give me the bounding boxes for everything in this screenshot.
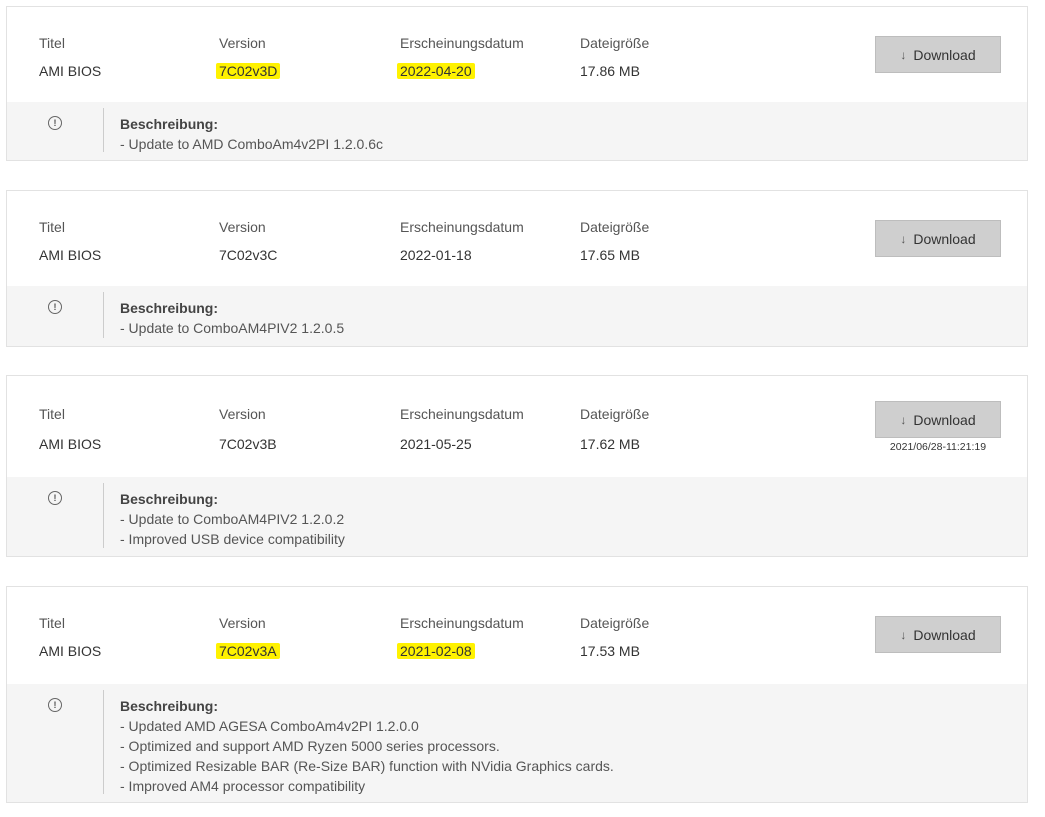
description-line: - Update to ComboAM4PIV2 1.2.0.5 bbox=[120, 320, 345, 336]
date-label: Erscheinungsdatum bbox=[400, 615, 524, 631]
bios-card-header: Titel Version Erscheinungsdatum Dateigrö… bbox=[7, 376, 1027, 477]
title-value: AMI BIOS bbox=[39, 63, 102, 79]
title-label: Titel bbox=[39, 35, 65, 51]
title-label: Titel bbox=[39, 219, 65, 235]
download-timestamp: 2021/06/28-11:21:19 bbox=[889, 441, 987, 453]
description: Beschreibung: - Update to ComboAM4PIV2 1… bbox=[120, 298, 344, 338]
info-icon: ! bbox=[48, 698, 62, 712]
size-value: 17.53 MB bbox=[580, 643, 640, 659]
bios-card-header: Titel Version Erscheinungsdatum Dateigrö… bbox=[7, 191, 1027, 286]
size-label: Dateigröße bbox=[580, 219, 650, 235]
info-icon: ! bbox=[48, 300, 62, 314]
description: Beschreibung: - Updated AMD AGESA ComboA… bbox=[120, 696, 614, 796]
description: Beschreibung: - Update to ComboAM4PIV2 1… bbox=[120, 489, 345, 549]
description-line: - Optimized and support AMD Ryzen 5000 s… bbox=[120, 738, 500, 754]
download-label: Download bbox=[913, 46, 976, 63]
info-icon: ! bbox=[48, 116, 62, 130]
date-value: 2022-04-20 bbox=[397, 63, 475, 79]
divider bbox=[103, 690, 104, 794]
divider bbox=[103, 483, 104, 548]
size-label: Dateigröße bbox=[580, 35, 650, 51]
download-button[interactable]: ↓ Download bbox=[875, 36, 1001, 73]
title-label: Titel bbox=[39, 615, 65, 631]
date-label: Erscheinungsdatum bbox=[400, 219, 524, 235]
date-label: Erscheinungsdatum bbox=[400, 406, 524, 422]
version-label: Version bbox=[219, 219, 266, 235]
description-line: - Improved USB device compatibility bbox=[120, 531, 345, 547]
version-label: Version bbox=[219, 406, 266, 422]
description-panel: ! Beschreibung: - Update to AMD ComboAm4… bbox=[7, 102, 1027, 160]
version-label: Version bbox=[219, 35, 266, 51]
version-value: 7C02v3B bbox=[219, 436, 277, 452]
date-value: 2022-01-18 bbox=[400, 247, 472, 263]
description: Beschreibung: - Update to AMD ComboAm4v2… bbox=[120, 114, 383, 154]
description-title: Beschreibung: bbox=[120, 698, 219, 714]
description-title: Beschreibung: bbox=[120, 116, 219, 132]
description-line: - Updated AMD AGESA ComboAm4v2PI 1.2.0.0 bbox=[120, 718, 419, 734]
download-icon: ↓ bbox=[900, 231, 907, 246]
title-value: AMI BIOS bbox=[39, 643, 102, 659]
download-button[interactable]: ↓ Download bbox=[875, 401, 1001, 438]
download-label: Download bbox=[913, 230, 976, 247]
download-button[interactable]: ↓ Download bbox=[875, 616, 1001, 653]
description-title: Beschreibung: bbox=[120, 300, 219, 316]
bios-card: Titel Version Erscheinungsdatum Dateigrö… bbox=[6, 375, 1028, 557]
description-line: - Update to ComboAM4PIV2 1.2.0.2 bbox=[120, 511, 345, 527]
description-panel: ! Beschreibung: - Updated AMD AGESA Comb… bbox=[7, 684, 1027, 802]
download-button[interactable]: ↓ Download bbox=[875, 220, 1001, 257]
version-value: 7C02v3A bbox=[216, 643, 280, 659]
bios-card-header: Titel Version Erscheinungsdatum Dateigrö… bbox=[7, 7, 1027, 102]
bios-card: Titel Version Erscheinungsdatum Dateigrö… bbox=[6, 586, 1028, 803]
size-value: 17.65 MB bbox=[580, 247, 640, 263]
divider bbox=[103, 108, 104, 152]
date-value: 2021-02-08 bbox=[397, 643, 475, 659]
title-label: Titel bbox=[39, 406, 65, 422]
date-value: 2021-05-25 bbox=[400, 436, 472, 452]
title-value: AMI BIOS bbox=[39, 436, 102, 452]
description-line: - Update to AMD ComboAm4v2PI 1.2.0.6c bbox=[120, 136, 384, 152]
size-value: 17.86 MB bbox=[580, 63, 640, 79]
title-value: AMI BIOS bbox=[39, 247, 102, 263]
description-line: - Optimized Resizable BAR (Re-Size BAR) … bbox=[120, 758, 614, 774]
description-panel: ! Beschreibung: - Update to ComboAM4PIV2… bbox=[7, 477, 1027, 556]
bios-card: Titel Version Erscheinungsdatum Dateigrö… bbox=[6, 190, 1028, 347]
download-icon: ↓ bbox=[900, 412, 907, 427]
bios-card-header: Titel Version Erscheinungsdatum Dateigrö… bbox=[7, 587, 1027, 684]
date-label: Erscheinungsdatum bbox=[400, 35, 524, 51]
download-icon: ↓ bbox=[900, 47, 907, 62]
description-title: Beschreibung: bbox=[120, 491, 219, 507]
description-panel: ! Beschreibung: - Update to ComboAM4PIV2… bbox=[7, 286, 1027, 346]
info-icon: ! bbox=[48, 491, 62, 505]
version-value: 7C02v3D bbox=[216, 63, 281, 79]
version-label: Version bbox=[219, 615, 266, 631]
version-value: 7C02v3C bbox=[219, 247, 278, 263]
bios-card: Titel Version Erscheinungsdatum Dateigrö… bbox=[6, 6, 1028, 161]
description-line: - Improved AM4 processor compatibility bbox=[120, 778, 366, 794]
download-label: Download bbox=[913, 626, 976, 643]
download-icon: ↓ bbox=[900, 627, 907, 642]
size-label: Dateigröße bbox=[580, 615, 650, 631]
size-value: 17.62 MB bbox=[580, 436, 640, 452]
size-label: Dateigröße bbox=[580, 406, 650, 422]
divider bbox=[103, 292, 104, 338]
download-label: Download bbox=[913, 411, 976, 428]
